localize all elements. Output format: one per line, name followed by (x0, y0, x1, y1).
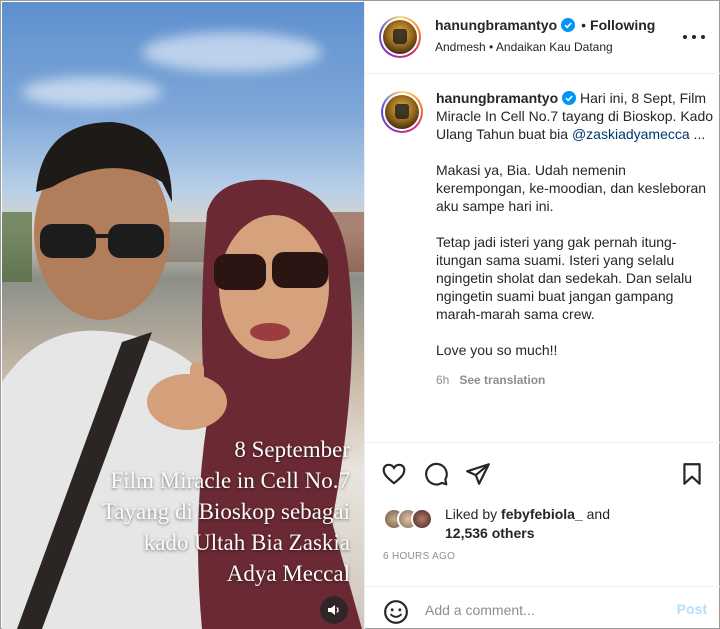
comment-bubble-icon[interactable] (423, 461, 449, 487)
smiley-icon[interactable] (383, 599, 409, 625)
caption-paragraph: Makasi ya, Bia. Udah nemenin kerempongan… (436, 162, 707, 214)
liker-username-link[interactable]: febyfebiola_ (501, 506, 583, 522)
post-actions-area: Liked by febyfebiola_ and 12,536 others … (365, 442, 720, 629)
overlay-line: Film Miracle in Cell No.7 (110, 468, 350, 493)
caption-ellipsis: ... (689, 126, 706, 142)
mute-toggle-button[interactable] (320, 596, 348, 624)
overlay-line: Tayang di Bioskop sebagai (101, 499, 350, 524)
mention-link[interactable]: @zaskiadyamecca (572, 126, 690, 142)
caption-paragraph: Tetap jadi isteri yang gak pernah itung-… (436, 234, 693, 322)
separator-dot: • (581, 17, 587, 33)
more-dots-icon (683, 35, 687, 39)
heart-icon[interactable] (381, 461, 407, 487)
avatar[interactable] (379, 16, 421, 58)
caption-paragraph: Love you so much!! (436, 342, 558, 358)
add-comment-bar: Post (365, 586, 720, 629)
paper-plane-icon[interactable] (465, 461, 491, 487)
likes-text: Liked by febyfebiola_ and 12,536 others (445, 505, 610, 543)
post-header: hanungbramantyo • Following Andmesh • Anda… (365, 2, 720, 74)
video-caption-overlay: 8 September Film Miracle in Cell No.7 Ta… (10, 434, 350, 589)
see-translation-button[interactable]: See translation (459, 373, 545, 387)
bookmark-icon[interactable] (679, 461, 705, 487)
audio-artist[interactable]: Andmesh (435, 40, 486, 54)
post-comment-button[interactable]: Post (677, 601, 707, 617)
post-sidebar: hanungbramantyo • Following Andmesh • Anda… (364, 2, 720, 629)
overlay-line: Adya Meccal (226, 561, 350, 586)
header-user-line: hanungbramantyo • Following (435, 17, 655, 33)
verified-badge-icon (561, 18, 576, 32)
audio-separator: • (489, 40, 494, 54)
overlay-line: kado Ultah Bia Zaskia (143, 530, 350, 555)
author-username-link[interactable]: hanungbramantyo (435, 17, 557, 33)
caption-username-link[interactable]: hanungbramantyo (436, 90, 558, 106)
comment-input[interactable] (425, 599, 655, 621)
overlay-line: 8 September (234, 437, 350, 462)
avatar (411, 508, 433, 530)
caption-text: hanungbramantyo Hari ini, 8 Sept, Film M… (436, 89, 714, 389)
verified-badge-icon (562, 91, 577, 105)
audio-info[interactable]: Andmesh • Andaikan Kau Datang (435, 40, 613, 54)
liker-avatars (383, 508, 443, 530)
liked-by-prefix: Liked by (445, 506, 498, 522)
speaker-icon (328, 605, 339, 615)
post-timestamp[interactable]: 6 HOURS AGO (383, 551, 455, 562)
action-bar (381, 461, 705, 487)
following-button[interactable]: Following (590, 17, 655, 33)
more-options-button[interactable] (683, 26, 705, 48)
liked-by-and: and (586, 506, 610, 522)
audio-title[interactable]: Andaikan Kau Datang (496, 40, 613, 54)
caption-age: 6h (436, 373, 450, 387)
likes-count-link[interactable]: 12,536 others (445, 525, 535, 541)
likes-summary[interactable]: Liked by febyfebiola_ and 12,536 others (383, 503, 703, 543)
avatar[interactable] (381, 91, 423, 133)
caption-meta: 6h See translation (436, 371, 714, 389)
post-media[interactable]: 8 September Film Miracle in Cell No.7 Ta… (2, 2, 364, 629)
comments-section[interactable]: hanungbramantyo Hari ini, 8 Sept, Film M… (365, 75, 720, 441)
post-dialog: 8 September Film Miracle in Cell No.7 Ta… (0, 0, 720, 629)
